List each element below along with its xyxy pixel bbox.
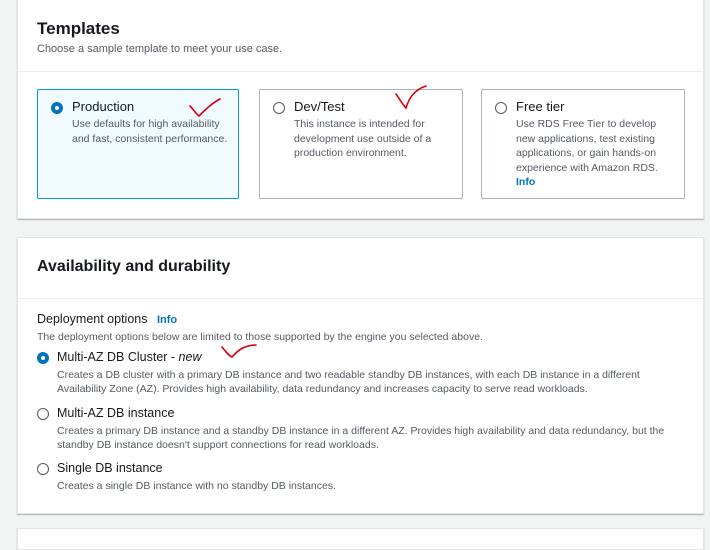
free-tier-description: Use RDS Free Tier to develop new applica…: [516, 118, 658, 174]
new-tag: new: [178, 350, 202, 364]
single-instance-label: Single DB instance: [57, 461, 163, 475]
divider: [18, 298, 703, 299]
template-tile-dev-test[interactable]: Dev/Test This instance is intended for d…: [259, 89, 463, 199]
multi-az-cluster-label: Multi-AZ DB Cluster - new: [57, 350, 202, 364]
templates-subtitle: Choose a sample template to meet your us…: [37, 43, 283, 55]
free-tier-label: Free tier: [516, 99, 565, 114]
single-instance-description: Creates a single DB instance with no sta…: [57, 480, 336, 492]
template-tile-free-tier[interactable]: Free tier Use RDS Free Tier to develop n…: [481, 89, 685, 199]
multi-az-cluster-description: Creates a DB cluster with a primary DB i…: [57, 369, 640, 395]
templates-panel: Templates Choose a sample template to me…: [17, 0, 704, 219]
multi-az-instance-radio[interactable]: [37, 408, 49, 420]
deployment-options-description: The deployment options below are limited…: [37, 331, 483, 343]
free-tier-info-link[interactable]: Info: [516, 176, 535, 188]
multi-az-instance-description: Creates a primary DB instance and a stan…: [57, 425, 665, 451]
production-label: Production: [72, 99, 135, 114]
deployment-options-label: Deployment options: [37, 312, 148, 326]
production-radio[interactable]: [51, 102, 63, 114]
single-instance-radio[interactable]: [37, 463, 49, 475]
deployment-options-label-row: Deployment options Info: [37, 312, 177, 326]
dev-test-radio[interactable]: [273, 102, 285, 114]
free-tier-radio[interactable]: [495, 102, 507, 114]
dev-test-label: Dev/Test: [294, 99, 345, 114]
multi-az-cluster-radio[interactable]: [37, 352, 49, 364]
deployment-info-link[interactable]: Info: [157, 314, 177, 326]
multi-az-instance-label: Multi-AZ DB instance: [57, 406, 175, 420]
availability-panel: Availability and durability Deployment o…: [17, 237, 704, 514]
production-description: Use defaults for high availability and f…: [72, 118, 228, 145]
next-panel: [17, 528, 704, 550]
free-tier-description-block: Use RDS Free Tier to develop new applica…: [516, 117, 676, 190]
divider: [18, 71, 703, 72]
template-tile-production[interactable]: Production Use defaults for high availab…: [37, 89, 239, 199]
dev-test-description: This instance is intended for developmen…: [294, 118, 432, 159]
templates-title: Templates: [37, 19, 120, 38]
availability-title: Availability and durability: [37, 258, 231, 275]
